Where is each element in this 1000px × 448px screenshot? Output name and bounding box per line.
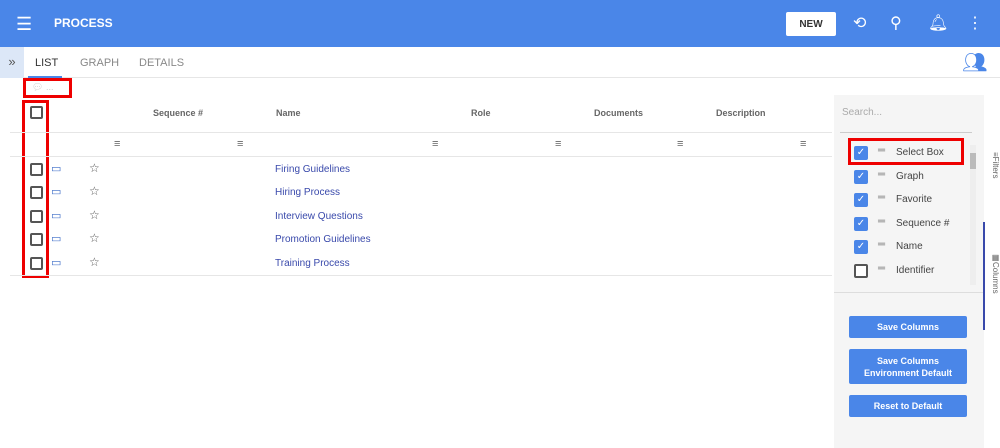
column-search-input[interactable]: Search... [842, 107, 882, 118]
row-checkbox[interactable] [30, 210, 43, 223]
graph-icon[interactable]: ▭ [51, 162, 61, 175]
comment-placeholder: ... [45, 82, 54, 92]
highlight-select-box [848, 138, 964, 165]
comment-icon[interactable]: 💬︎ ... [32, 82, 53, 93]
drag-handle-icon[interactable]: ═ [878, 192, 885, 203]
columns-tab[interactable]: ▦Columns [985, 253, 1000, 294]
button-label: Environment Default [863, 367, 952, 378]
row-name-link[interactable]: Training Process [275, 258, 350, 269]
table-row[interactable]: ▭ ☆ Training Process [0, 252, 832, 275]
filter-icon[interactable]: ≡ [800, 138, 806, 150]
table-row[interactable]: ▭ ☆ Interview Questions [0, 205, 832, 228]
table-row[interactable]: ▭ ☆ Promotion Guidelines [0, 228, 832, 251]
column-header[interactable]: Role [471, 108, 491, 118]
checkbox-checked[interactable]: ✓ [854, 217, 868, 231]
column-header[interactable]: Documents [594, 108, 643, 118]
row-checkbox[interactable] [30, 163, 43, 176]
column-label: Identifier [896, 265, 935, 276]
users-icon[interactable]: 👥︎ [962, 50, 987, 75]
tab-list[interactable]: LIST [35, 57, 58, 69]
row-name-link[interactable]: Interview Questions [275, 211, 363, 222]
row-checkbox[interactable] [30, 233, 43, 246]
table-row[interactable]: ▭ ☆ Hiring Process [0, 181, 832, 204]
select-all-checkbox[interactable] [30, 106, 43, 119]
row-name-link[interactable]: Promotion Guidelines [275, 234, 371, 245]
grid-icon: ▦ [991, 253, 1000, 262]
row-name-link[interactable]: Firing Guidelines [275, 164, 350, 175]
tab-label: Filters [991, 156, 1000, 179]
tab-label: Columns [991, 262, 1000, 294]
checkbox-checked[interactable]: ✓ [854, 170, 868, 184]
filter-icon[interactable]: ≡ [114, 138, 120, 150]
checkbox-unchecked[interactable] [854, 264, 868, 278]
tab-details[interactable]: DETAILS [139, 57, 184, 69]
column-label: Sequence # [896, 218, 950, 229]
star-icon[interactable]: ☆ [89, 184, 100, 198]
expand-icon[interactable]: » [0, 47, 24, 78]
reset-default-button[interactable]: Reset to Default [849, 395, 967, 417]
filters-tab[interactable]: ≡Filters [985, 152, 1000, 178]
divider [834, 292, 984, 293]
checkbox-checked[interactable]: ✓ [854, 240, 868, 254]
graph-icon[interactable]: ▭ [51, 185, 61, 198]
column-label: Name [896, 241, 923, 252]
scrollbar[interactable] [970, 145, 976, 285]
bell-icon[interactable]: 🔔︎ [928, 13, 948, 33]
row-name-link[interactable]: Hiring Process [275, 187, 340, 198]
row-checkbox[interactable] [30, 257, 43, 270]
star-icon[interactable]: ☆ [89, 255, 100, 269]
search-icon[interactable]: ⚲ [890, 13, 902, 33]
filter-icon[interactable]: ≡ [237, 138, 243, 150]
table-row[interactable]: ▭ ☆ Firing Guidelines [0, 158, 832, 181]
divider [10, 156, 832, 157]
tab-bar: » LIST GRAPH DETAILS 👥︎ [0, 47, 1000, 78]
divider [10, 132, 832, 133]
divider [10, 275, 832, 276]
graph-icon[interactable]: ▭ [51, 232, 61, 245]
column-header[interactable]: Sequence # [153, 108, 203, 118]
drag-handle-icon[interactable]: ═ [878, 169, 885, 180]
history-icon[interactable]: ⟲ [853, 13, 866, 33]
drag-handle-icon[interactable]: ═ [878, 216, 885, 227]
row-checkbox[interactable] [30, 186, 43, 199]
filter-icon[interactable]: ≡ [677, 138, 683, 150]
new-button[interactable]: NEW [786, 12, 836, 36]
filter-icon[interactable]: ≡ [432, 138, 438, 150]
divider [840, 132, 972, 133]
column-label: Graph [896, 171, 924, 182]
checkbox-checked[interactable]: ✓ [854, 193, 868, 207]
star-icon[interactable]: ☆ [89, 231, 100, 245]
save-columns-button[interactable]: Save Columns [849, 316, 967, 338]
graph-icon[interactable]: ▭ [51, 209, 61, 222]
save-environment-default-button[interactable]: Save Columns Environment Default [849, 349, 967, 384]
star-icon[interactable]: ☆ [89, 208, 100, 222]
star-icon[interactable]: ☆ [89, 161, 100, 175]
drag-handle-icon[interactable]: ═ [878, 263, 885, 274]
tab-graph[interactable]: GRAPH [80, 57, 119, 69]
filter-icon[interactable]: ≡ [555, 138, 561, 150]
column-header[interactable]: Name [276, 108, 301, 118]
top-bar: ☰ PROCESS NEW ⟲ ⚲ 🔔︎ ⋮ [0, 0, 1000, 47]
drag-handle-icon[interactable]: ═ [878, 239, 885, 250]
graph-icon[interactable]: ▭ [51, 256, 61, 269]
page-title: PROCESS [54, 16, 113, 30]
menu-icon[interactable]: ☰ [16, 14, 32, 35]
column-label: Favorite [896, 194, 933, 205]
button-label: Save Columns [876, 355, 940, 366]
column-header[interactable]: Description [716, 108, 766, 118]
more-icon[interactable]: ⋮ [967, 13, 983, 33]
